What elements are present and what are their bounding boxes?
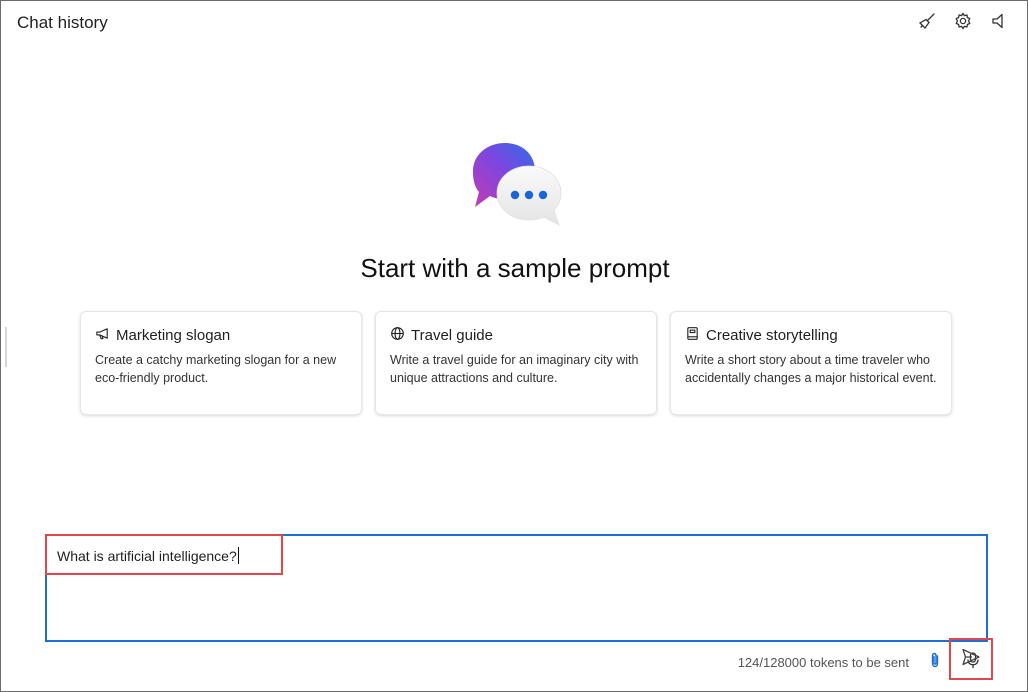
input-highlight-annotation: [45, 534, 283, 575]
send-button[interactable]: [949, 638, 993, 680]
sidebar-resize-handle[interactable]: [5, 327, 7, 367]
token-count: 124/128000 tokens to be sent: [737, 654, 909, 670]
prompt-card-marketing-slogan[interactable]: Marketing slogan Create a catchy marketi…: [80, 311, 362, 415]
card-title: Creative storytelling: [706, 327, 838, 344]
chat-bubbles-logo-icon: [469, 141, 565, 233]
page-title: Chat history: [17, 13, 108, 32]
top-toolbar: [915, 11, 1011, 35]
read-aloud-button[interactable]: [987, 11, 1011, 35]
gear-icon: [953, 11, 973, 36]
paperclip-icon: [926, 651, 944, 674]
clear-chat-button[interactable]: [915, 11, 939, 35]
send-icon: [960, 646, 982, 673]
card-title: Travel guide: [411, 327, 493, 344]
card-title: Marketing slogan: [116, 327, 231, 344]
sample-prompt-cards: Marketing slogan Create a catchy marketi…: [80, 311, 952, 415]
settings-button[interactable]: [951, 11, 975, 35]
book-icon: [685, 326, 700, 345]
card-description: Write a short story about a time travele…: [685, 353, 937, 385]
broom-icon: [917, 11, 937, 36]
speaker-icon: [989, 11, 1009, 36]
globe-icon: [390, 326, 405, 345]
attach-file-button[interactable]: [923, 650, 947, 674]
card-description: Create a catchy marketing slogan for a n…: [95, 353, 337, 385]
chat-window: Chat history Start with a sample prompt …: [0, 0, 1028, 692]
prompt-card-travel-guide[interactable]: Travel guide Write a travel guide for an…: [375, 311, 657, 415]
composer-footer: 124/128000 tokens to be sent: [738, 650, 985, 674]
megaphone-icon: [95, 326, 110, 345]
prompt-heading: Start with a sample prompt: [360, 253, 670, 283]
card-description: Write a travel guide for an imaginary ci…: [390, 353, 639, 385]
prompt-card-creative-storytelling[interactable]: Creative storytelling Write a short stor…: [670, 311, 952, 415]
